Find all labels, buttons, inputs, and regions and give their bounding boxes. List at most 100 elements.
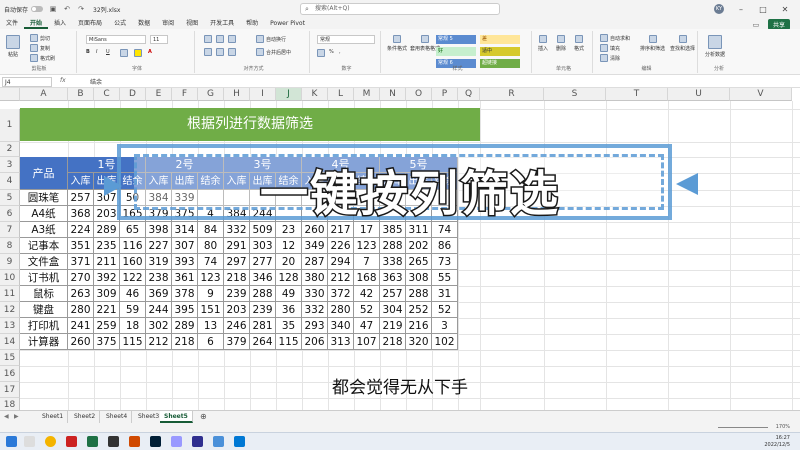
column-header-d[interactable]: D: [120, 88, 146, 101]
row-header-10[interactable]: 9: [0, 254, 20, 270]
table-row-product[interactable]: 计算器: [20, 334, 68, 350]
column-header-q[interactable]: Q: [458, 88, 480, 101]
table-cell[interactable]: 115: [276, 334, 302, 350]
tab-home[interactable]: 开始: [24, 18, 49, 29]
app-dark-icon[interactable]: [108, 436, 119, 447]
powerpoint-icon[interactable]: [129, 436, 140, 447]
fill-button[interactable]: 填充: [600, 44, 620, 52]
table-cell[interactable]: 47: [354, 318, 380, 334]
table-cell[interactable]: 260: [302, 222, 328, 238]
column-header-o[interactable]: O: [406, 88, 432, 101]
table-cell[interactable]: 86: [432, 238, 458, 254]
underline-button[interactable]: U: [106, 49, 110, 55]
table-cell[interactable]: 257: [380, 286, 406, 302]
row-header-5[interactable]: 4: [0, 173, 20, 190]
table-cell[interactable]: 212: [146, 334, 172, 350]
sheet-next-icon[interactable]: ▶: [14, 413, 19, 420]
table-cell[interactable]: 252: [406, 302, 432, 318]
table-cell[interactable]: 107: [354, 334, 380, 350]
analyze-data-button[interactable]: 分析数据: [705, 35, 725, 58]
table-cell[interactable]: 246: [224, 318, 250, 334]
table-cell[interactable]: 55: [432, 270, 458, 286]
table-cell[interactable]: 303: [250, 238, 276, 254]
column-header-u[interactable]: U: [668, 88, 730, 101]
table-cell[interactable]: 160: [120, 254, 146, 270]
table-cell[interactable]: 288: [406, 286, 432, 302]
search-input[interactable]: ⌕ 搜索(Alt+Q): [300, 3, 500, 15]
table-cell[interactable]: 371: [68, 254, 94, 270]
tab-review[interactable]: 审阅: [156, 18, 180, 29]
close-icon[interactable]: ✕: [780, 5, 790, 14]
table-cell[interactable]: 239: [224, 286, 250, 302]
italic-button[interactable]: I: [96, 49, 97, 55]
column-header-b[interactable]: B: [68, 88, 94, 101]
table-cell[interactable]: 363: [380, 270, 406, 286]
edge-icon[interactable]: [234, 436, 245, 447]
table-row-product[interactable]: 鼠标: [20, 286, 68, 302]
row-header-15[interactable]: 14: [0, 334, 20, 350]
app-blue-icon[interactable]: [213, 436, 224, 447]
search-taskbar-icon[interactable]: [24, 436, 35, 447]
table-cell[interactable]: 203: [224, 302, 250, 318]
table-cell[interactable]: 294: [328, 254, 354, 270]
table-cell[interactable]: 84: [198, 222, 224, 238]
percent-button[interactable]: %: [329, 49, 334, 55]
table-cell[interactable]: 18: [120, 318, 146, 334]
table-cell[interactable]: 395: [172, 302, 198, 318]
insert-cells-button[interactable]: 插入: [538, 35, 548, 52]
table-cell[interactable]: 320: [406, 334, 432, 350]
table-row-product[interactable]: 记事本: [20, 238, 68, 254]
table-cell[interactable]: 280: [68, 302, 94, 318]
column-header-f[interactable]: F: [172, 88, 198, 101]
table-cell[interactable]: 216: [406, 318, 432, 334]
align-middle-button[interactable]: [216, 35, 224, 43]
table-cell[interactable]: 74: [432, 222, 458, 238]
table-cell[interactable]: 351: [68, 238, 94, 254]
table-cell[interactable]: 314: [172, 222, 198, 238]
style-good[interactable]: 好: [436, 47, 476, 56]
row-header-3[interactable]: 2: [0, 142, 20, 157]
font-size-select[interactable]: 11: [150, 35, 168, 44]
table-cell[interactable]: 20: [276, 254, 302, 270]
column-header-n[interactable]: N: [380, 88, 406, 101]
table-cell[interactable]: 239: [250, 302, 276, 318]
table-cell[interactable]: 280: [328, 302, 354, 318]
table-cell[interactable]: 74: [198, 254, 224, 270]
table-cell[interactable]: 380: [302, 270, 328, 286]
table-cell[interactable]: 224: [68, 222, 94, 238]
table-row-product[interactable]: A4纸: [20, 206, 68, 222]
autosum-button[interactable]: 自动求和: [600, 34, 630, 42]
table-cell[interactable]: 235: [94, 238, 120, 254]
table-cell[interactable]: 218: [172, 334, 198, 350]
delete-cells-button[interactable]: 删除: [556, 35, 566, 52]
sheet-prev-icon[interactable]: ◀: [4, 413, 9, 420]
table-cell[interactable]: 289: [94, 222, 120, 238]
table-cell[interactable]: 369: [146, 286, 172, 302]
table-cell[interactable]: 241: [68, 318, 94, 334]
photoshop-icon[interactable]: [150, 436, 161, 447]
table-cell[interactable]: 218: [224, 270, 250, 286]
after-effects-icon[interactable]: [192, 436, 203, 447]
column-header-r[interactable]: R: [480, 88, 544, 101]
table-cell[interactable]: 211: [94, 254, 120, 270]
table-cell[interactable]: 288: [250, 286, 276, 302]
undo-icon[interactable]: ↶: [63, 5, 71, 13]
table-cell[interactable]: 304: [380, 302, 406, 318]
column-header-v[interactable]: V: [730, 88, 792, 101]
table-cell[interactable]: 17: [354, 222, 380, 238]
table-cell[interactable]: 52: [432, 302, 458, 318]
row-header-8[interactable]: 7: [0, 222, 20, 238]
tab-file[interactable]: 文件: [0, 18, 24, 29]
align-bottom-button[interactable]: [228, 35, 236, 43]
sheet-tab-4[interactable]: Sheet4: [102, 411, 133, 423]
tab-help[interactable]: 帮助: [240, 18, 264, 29]
table-cell[interactable]: 52: [354, 302, 380, 318]
app-red-icon[interactable]: [66, 436, 77, 447]
currency-button[interactable]: [317, 49, 325, 57]
align-top-button[interactable]: [204, 35, 212, 43]
table-cell[interactable]: 257: [68, 190, 94, 206]
excel-icon[interactable]: [87, 436, 98, 447]
row-header-7[interactable]: 6: [0, 206, 20, 222]
table-cell[interactable]: 244: [146, 302, 172, 318]
taskbar-clock[interactable]: 16:27 2022/12/5: [764, 435, 790, 449]
